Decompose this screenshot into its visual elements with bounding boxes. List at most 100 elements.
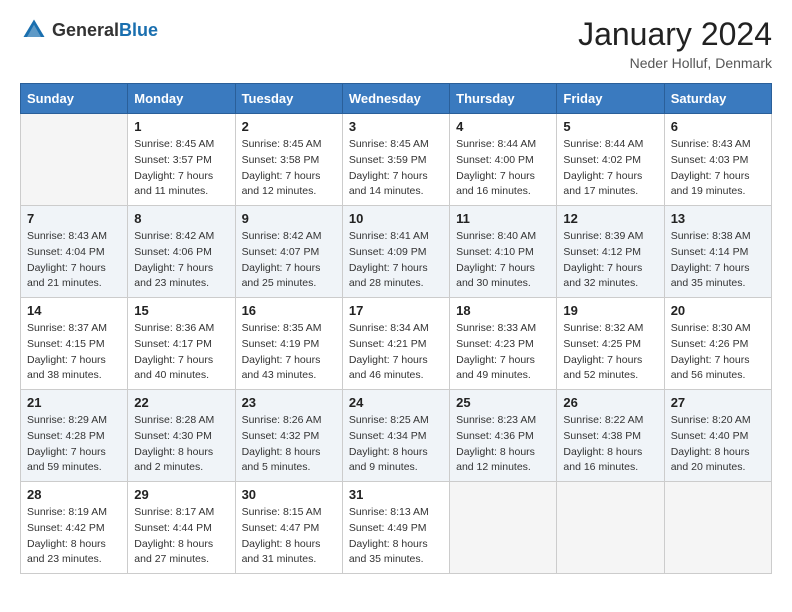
day-number: 19 — [563, 303, 657, 318]
day-number: 20 — [671, 303, 765, 318]
calendar-week-2: 7Sunrise: 8:43 AMSunset: 4:04 PMDaylight… — [21, 206, 772, 298]
day-info: Sunrise: 8:40 AMSunset: 4:10 PMDaylight:… — [456, 229, 550, 292]
day-info: Sunrise: 8:20 AMSunset: 4:40 PMDaylight:… — [671, 413, 765, 476]
day-info: Sunrise: 8:23 AMSunset: 4:36 PMDaylight:… — [456, 413, 550, 476]
calendar-cell: 3Sunrise: 8:45 AMSunset: 3:59 PMDaylight… — [342, 114, 449, 206]
calendar-cell: 10 Sunrise: 8:41 AMSunset: 4:09 PMDayligh… — [342, 206, 449, 298]
day-number: 11 — [456, 211, 550, 226]
day-info: Sunrise: 8:39 AMSunset: 4:12 PMDaylight:… — [563, 229, 657, 292]
day-info: Sunrise: 8:30 AMSunset: 4:26 PMDaylight:… — [671, 321, 765, 384]
calendar-cell: 8 Sunrise: 8:42 AMSunset: 4:06 PMDaylight… — [128, 206, 235, 298]
day-header-saturday: Saturday — [664, 84, 771, 114]
days-header-row: SundayMondayTuesdayWednesdayThursdayFrid… — [21, 84, 772, 114]
calendar-cell — [21, 114, 128, 206]
calendar-cell: 17 Sunrise: 8:34 AMSunset: 4:21 PMDayligh… — [342, 298, 449, 390]
day-number: 31 — [349, 487, 443, 502]
calendar-week-3: 14 Sunrise: 8:37 AMSunset: 4:15 PMDayligh… — [21, 298, 772, 390]
title-area: January 2024 Neder Holluf, Denmark — [578, 16, 772, 71]
calendar-cell — [557, 482, 664, 574]
day-info: Sunrise: 8:35 AMSunset: 4:19 PMDaylight:… — [242, 321, 336, 384]
day-header-wednesday: Wednesday — [342, 84, 449, 114]
day-info: Sunrise: 8:45 AMSunset: 3:59 PMDaylight:… — [349, 137, 443, 200]
calendar-week-5: 28 Sunrise: 8:19 AMSunset: 4:42 PMDayligh… — [21, 482, 772, 574]
calendar-cell: 16 Sunrise: 8:35 AMSunset: 4:19 PMDayligh… — [235, 298, 342, 390]
calendar-week-4: 21 Sunrise: 8:29 AMSunset: 4:28 PMDayligh… — [21, 390, 772, 482]
day-info: Sunrise: 8:19 AMSunset: 4:42 PMDaylight:… — [27, 505, 121, 568]
day-number: 30 — [242, 487, 336, 502]
day-info: Sunrise: 8:44 AMSunset: 4:00 PMDaylight:… — [456, 137, 550, 200]
calendar-cell: 25 Sunrise: 8:23 AMSunset: 4:36 PMDayligh… — [450, 390, 557, 482]
calendar-cell: 5 Sunrise: 8:44 AMSunset: 4:02 PMDaylight… — [557, 114, 664, 206]
day-info: Sunrise: 8:15 AMSunset: 4:47 PMDaylight:… — [242, 505, 336, 568]
day-info: Sunrise: 8:33 AMSunset: 4:23 PMDaylight:… — [456, 321, 550, 384]
day-info: Sunrise: 8:37 AMSunset: 4:15 PMDaylight:… — [27, 321, 121, 384]
day-info: Sunrise: 8:32 AMSunset: 4:25 PMDaylight:… — [563, 321, 657, 384]
calendar-cell: 1 Sunrise: 8:45 AMSunset: 3:57 PMDaylight… — [128, 114, 235, 206]
calendar-cell: 6Sunrise: 8:43 AMSunset: 4:03 PMDaylight… — [664, 114, 771, 206]
calendar-cell: 24 Sunrise: 8:25 AMSunset: 4:34 PMDayligh… — [342, 390, 449, 482]
calendar-cell: 14 Sunrise: 8:37 AMSunset: 4:15 PMDayligh… — [21, 298, 128, 390]
day-info: Sunrise: 8:29 AMSunset: 4:28 PMDaylight:… — [27, 413, 121, 476]
day-number: 26 — [563, 395, 657, 410]
day-info: Sunrise: 8:34 AMSunset: 4:21 PMDaylight:… — [349, 321, 443, 384]
day-header-monday: Monday — [128, 84, 235, 114]
day-number: 14 — [27, 303, 121, 318]
day-number: 15 — [134, 303, 228, 318]
month-title: January 2024 — [578, 16, 772, 53]
day-number: 16 — [242, 303, 336, 318]
logo: GeneralBlue — [20, 16, 158, 44]
calendar-cell: 27 Sunrise: 8:20 AMSunset: 4:40 PMDayligh… — [664, 390, 771, 482]
logo-icon — [20, 16, 48, 44]
day-info: Sunrise: 8:42 AMSunset: 4:07 PMDaylight:… — [242, 229, 336, 292]
day-header-thursday: Thursday — [450, 84, 557, 114]
day-number: 1 — [134, 119, 228, 134]
calendar-week-1: 1 Sunrise: 8:45 AMSunset: 3:57 PMDaylight… — [21, 114, 772, 206]
calendar-cell: 23Sunrise: 8:26 AMSunset: 4:32 PMDayligh… — [235, 390, 342, 482]
calendar-cell: 12Sunrise: 8:39 AMSunset: 4:12 PMDayligh… — [557, 206, 664, 298]
day-number: 22 — [134, 395, 228, 410]
day-number: 24 — [349, 395, 443, 410]
calendar-cell: 15Sunrise: 8:36 AMSunset: 4:17 PMDayligh… — [128, 298, 235, 390]
calendar-cell: 9Sunrise: 8:42 AMSunset: 4:07 PMDaylight… — [235, 206, 342, 298]
calendar-cell — [450, 482, 557, 574]
day-info: Sunrise: 8:42 AMSunset: 4:06 PMDaylight:… — [134, 229, 228, 292]
day-number: 29 — [134, 487, 228, 502]
calendar-table: SundayMondayTuesdayWednesdayThursdayFrid… — [20, 83, 772, 574]
calendar-cell: 7Sunrise: 8:43 AMSunset: 4:04 PMDaylight… — [21, 206, 128, 298]
day-info: Sunrise: 8:28 AMSunset: 4:30 PMDaylight:… — [134, 413, 228, 476]
logo-blue: Blue — [119, 20, 158, 40]
day-info: Sunrise: 8:41 AMSunset: 4:09 PMDaylight:… — [349, 229, 443, 292]
calendar-cell: 18Sunrise: 8:33 AMSunset: 4:23 PMDayligh… — [450, 298, 557, 390]
day-number: 5 — [563, 119, 657, 134]
day-number: 2 — [242, 119, 336, 134]
day-info: Sunrise: 8:26 AMSunset: 4:32 PMDaylight:… — [242, 413, 336, 476]
calendar-cell: 21 Sunrise: 8:29 AMSunset: 4:28 PMDayligh… — [21, 390, 128, 482]
day-info: Sunrise: 8:45 AMSunset: 3:58 PMDaylight:… — [242, 137, 336, 200]
calendar-cell: 29Sunrise: 8:17 AMSunset: 4:44 PMDayligh… — [128, 482, 235, 574]
day-number: 7 — [27, 211, 121, 226]
day-info: Sunrise: 8:44 AMSunset: 4:02 PMDaylight:… — [563, 137, 657, 200]
day-info: Sunrise: 8:13 AMSunset: 4:49 PMDaylight:… — [349, 505, 443, 568]
calendar-cell: 11 Sunrise: 8:40 AMSunset: 4:10 PMDayligh… — [450, 206, 557, 298]
day-number: 25 — [456, 395, 550, 410]
calendar-cell: 20 Sunrise: 8:30 AMSunset: 4:26 PMDayligh… — [664, 298, 771, 390]
day-number: 10 — [349, 211, 443, 226]
day-number: 28 — [27, 487, 121, 502]
calendar-cell: 26Sunrise: 8:22 AMSunset: 4:38 PMDayligh… — [557, 390, 664, 482]
day-number: 27 — [671, 395, 765, 410]
day-info: Sunrise: 8:45 AMSunset: 3:57 PMDaylight:… — [134, 137, 228, 200]
location-title: Neder Holluf, Denmark — [578, 55, 772, 71]
calendar-cell: 19 Sunrise: 8:32 AMSunset: 4:25 PMDayligh… — [557, 298, 664, 390]
day-header-tuesday: Tuesday — [235, 84, 342, 114]
day-number: 17 — [349, 303, 443, 318]
day-info: Sunrise: 8:25 AMSunset: 4:34 PMDaylight:… — [349, 413, 443, 476]
day-number: 13 — [671, 211, 765, 226]
day-number: 21 — [27, 395, 121, 410]
calendar-cell: 31 Sunrise: 8:13 AMSunset: 4:49 PMDayligh… — [342, 482, 449, 574]
calendar-cell: 22 Sunrise: 8:28 AMSunset: 4:30 PMDayligh… — [128, 390, 235, 482]
day-number: 4 — [456, 119, 550, 134]
calendar-cell: 4 Sunrise: 8:44 AMSunset: 4:00 PMDaylight… — [450, 114, 557, 206]
day-header-sunday: Sunday — [21, 84, 128, 114]
calendar-cell: 2 Sunrise: 8:45 AMSunset: 3:58 PMDaylight… — [235, 114, 342, 206]
day-number: 8 — [134, 211, 228, 226]
